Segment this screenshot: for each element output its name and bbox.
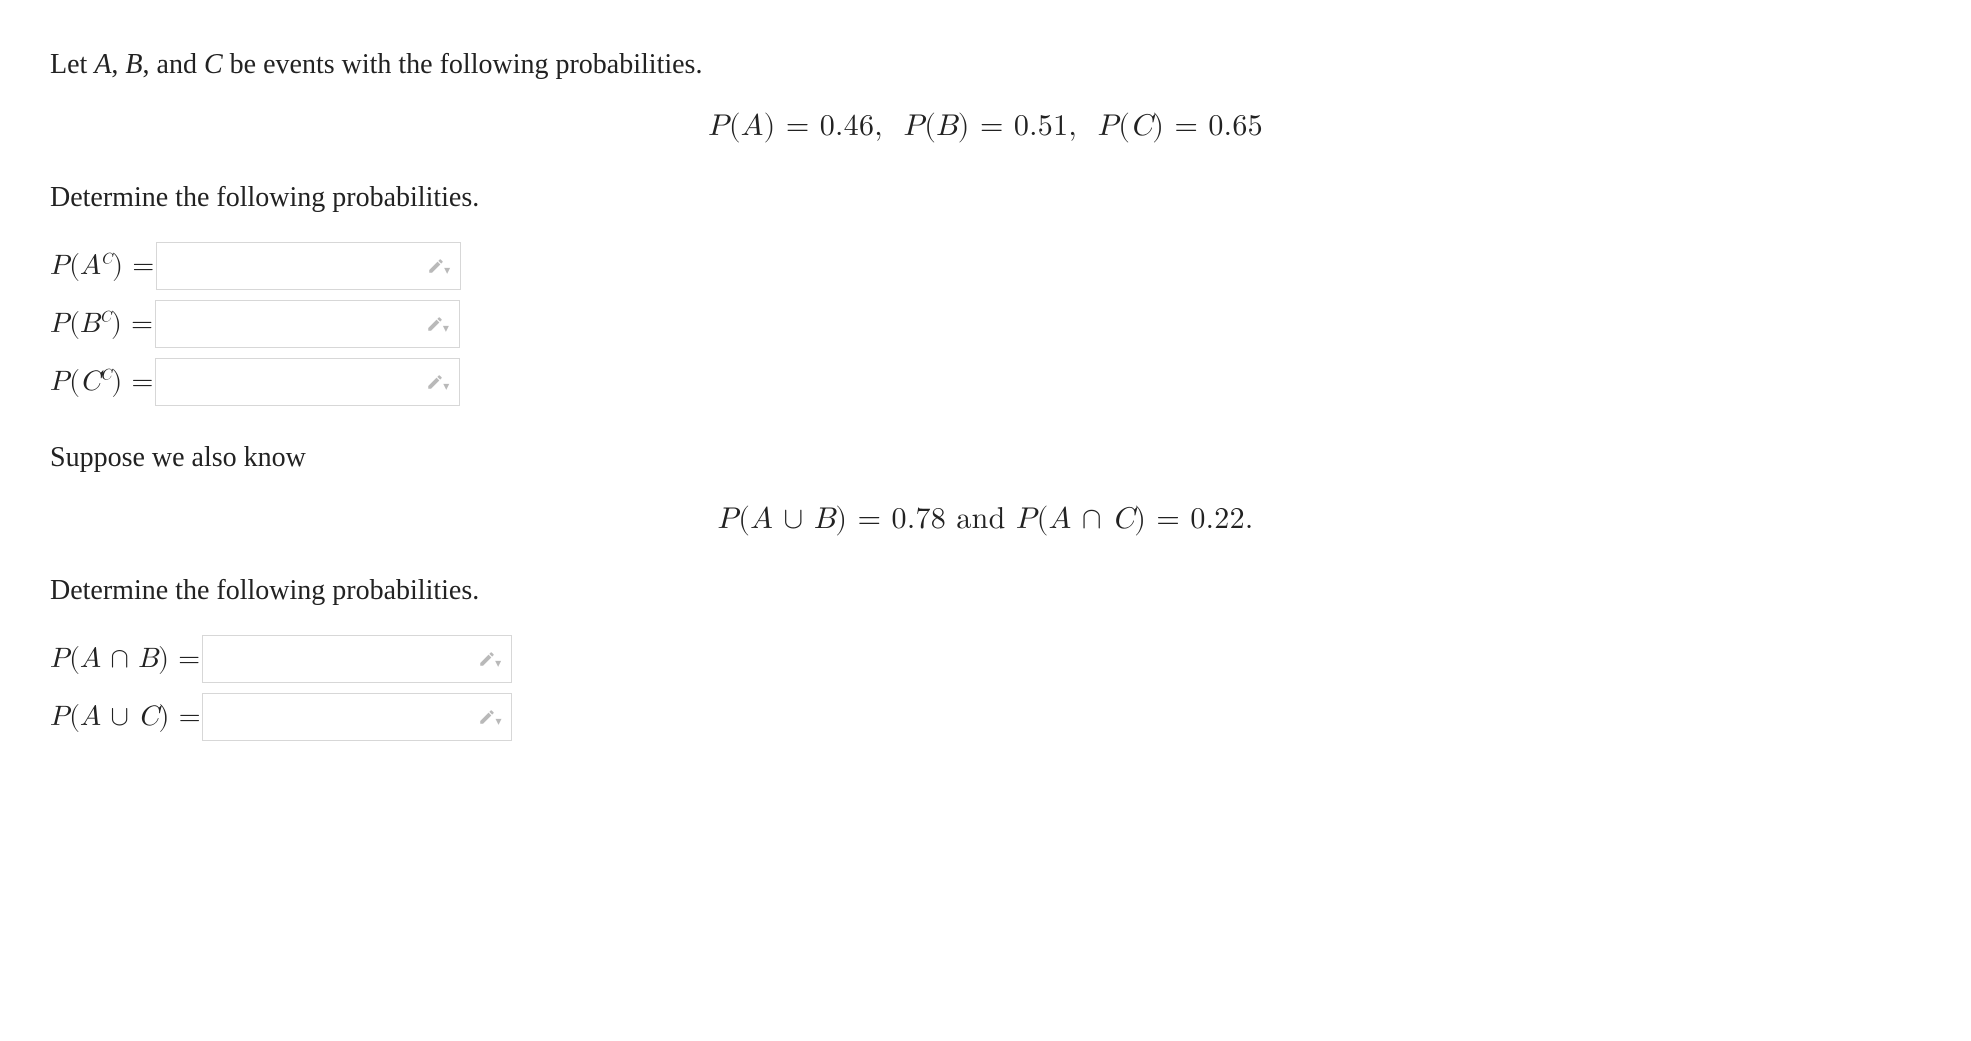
answer-box-p-a-inter-b[interactable]: ▾: [202, 635, 512, 683]
input-p-a-union-c[interactable]: [167, 704, 478, 731]
pencil-icon: [427, 257, 445, 275]
answer-row: P(A ∩ B) = ▾: [50, 630, 1921, 688]
pencil-icon: [478, 708, 496, 726]
answer-box-p-b-complement[interactable]: ▾: [155, 300, 460, 348]
given-probabilities-2: P(A ∪ B) = 0.78 and P(A ∩ C) = 0.22.: [50, 497, 1921, 542]
input-p-b-complement[interactable]: [115, 311, 426, 338]
edit-icon[interactable]: ▾: [427, 253, 450, 279]
answer-box-p-a-union-c[interactable]: ▾: [202, 693, 512, 741]
pencil-icon: [478, 650, 496, 668]
answer-row: P(CC) = ▾: [50, 353, 1921, 411]
prompt-2: Determine the following probabilities.: [50, 570, 1921, 612]
edit-icon[interactable]: ▾: [426, 369, 449, 395]
prompt-1: Determine the following probabilities.: [50, 177, 1921, 219]
input-p-a-complement[interactable]: [116, 253, 427, 280]
edit-icon[interactable]: ▾: [426, 311, 449, 337]
question-page: Let A, B, and C be events with the follo…: [0, 0, 1971, 1041]
edit-icon[interactable]: ▾: [478, 646, 501, 672]
pencil-icon: [426, 373, 444, 391]
answer-group-2: P(A ∩ B) = ▾ P(A ∪ C) = ▾: [50, 630, 1921, 746]
given-probabilities: P(A) = 0.46, P(B) = 0.51, P(C) = 0.65: [50, 104, 1921, 149]
pencil-icon: [426, 315, 444, 333]
answer-row: P(A ∪ C) = ▾: [50, 688, 1921, 746]
input-p-c-complement[interactable]: [115, 369, 426, 396]
edit-icon[interactable]: ▾: [478, 704, 501, 730]
intro-text: Let A, B, and C be events with the follo…: [50, 44, 1921, 86]
answer-row: P(BC) = ▾: [50, 295, 1921, 353]
answer-group-1: P(AC) = ▾ P(BC) = ▾ P(CC) =: [50, 237, 1921, 411]
suppose-text: Suppose we also know: [50, 437, 1921, 479]
input-p-a-inter-b[interactable]: [167, 646, 478, 673]
answer-row: P(AC) = ▾: [50, 237, 1921, 295]
answer-box-p-a-complement[interactable]: ▾: [156, 242, 461, 290]
answer-box-p-c-complement[interactable]: ▾: [155, 358, 460, 406]
